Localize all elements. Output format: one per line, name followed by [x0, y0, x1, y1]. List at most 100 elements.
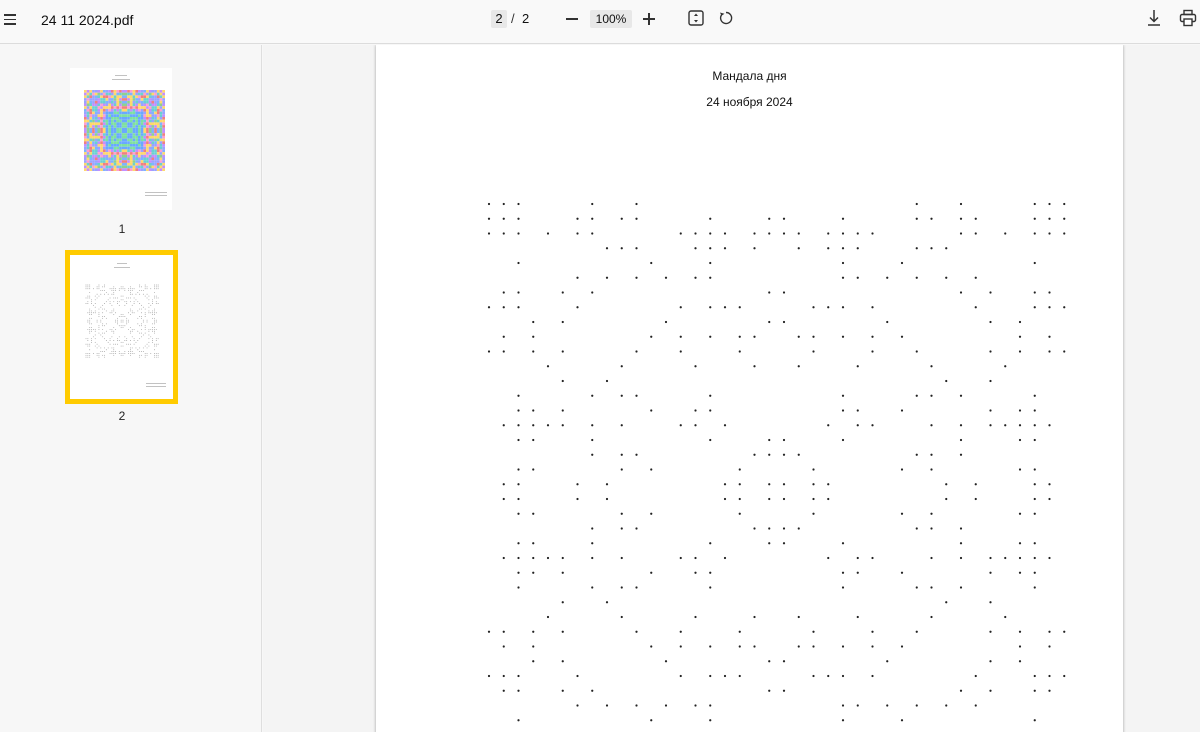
mosaic-cell	[116, 92, 120, 96]
mosaic-cell	[97, 154, 101, 158]
mosaic-cell	[94, 90, 98, 93]
mandala-dot	[709, 571, 712, 574]
mandala-dot	[709, 306, 712, 309]
mandala-dot	[576, 276, 579, 279]
mosaic-cell	[113, 108, 117, 112]
mandala-dot	[709, 247, 712, 250]
mosaic-cell	[151, 168, 155, 171]
mosaic-cell	[89, 135, 93, 139]
rotate-icon[interactable]	[718, 10, 734, 26]
mandala-dot	[974, 704, 977, 707]
mosaic-cell	[111, 154, 114, 158]
mandala-dot	[487, 232, 491, 235]
mosaic-cell	[143, 125, 147, 128]
mosaic-cell	[105, 106, 109, 109]
mandala-dot	[561, 320, 564, 324]
mosaic-cell	[119, 154, 122, 158]
fit-page-icon[interactable]	[688, 10, 704, 26]
mosaic-cell	[97, 144, 101, 147]
mandala-dot	[709, 704, 712, 707]
mosaic-cell	[135, 98, 138, 101]
mandala-dot	[827, 483, 830, 486]
mosaic-cell	[135, 152, 138, 155]
mosaic-cell	[151, 135, 155, 139]
document-viewer[interactable]: Мандала дня 24 ноября 2024	[263, 45, 1200, 732]
mandala-dot	[841, 217, 845, 220]
mosaic-cell	[100, 149, 103, 153]
mosaic-cell	[143, 133, 147, 136]
mosaic-cell	[97, 146, 101, 150]
mosaic-cell	[94, 165, 98, 169]
zoom-level[interactable]: 100%	[590, 10, 632, 28]
mosaic-cell	[119, 152, 122, 155]
mandala-dot	[974, 217, 977, 220]
mandala-dot	[959, 527, 963, 530]
mosaic-cell	[94, 162, 98, 166]
thumbnail-label: 1	[118, 222, 126, 236]
mandala-dot	[812, 468, 815, 471]
mosaic-cell	[129, 122, 133, 126]
mosaic-cell	[124, 133, 128, 136]
mandala-color-thumbnail	[84, 75, 167, 196]
mandala-dot	[856, 571, 859, 574]
mandala-dot	[561, 630, 564, 633]
mosaic-cell	[116, 141, 120, 144]
mandala-dot	[605, 247, 609, 250]
print-icon[interactable]	[1179, 9, 1197, 27]
mosaic-cell	[151, 149, 155, 153]
mandala-dot	[546, 556, 550, 560]
mosaic-cell	[154, 146, 157, 150]
mosaic-cell	[154, 149, 157, 153]
mosaic-cell	[148, 154, 152, 158]
zoom-in-button[interactable]	[641, 11, 657, 27]
mosaic-cell	[119, 103, 122, 107]
mosaic-cell	[156, 108, 160, 112]
mandala-dot	[738, 468, 741, 471]
mosaic-cell	[159, 141, 163, 144]
thumbnail-page-1[interactable]	[70, 68, 172, 210]
mandala-dot	[768, 497, 771, 501]
mandala-dot	[664, 704, 668, 707]
mandala-dot	[1018, 556, 1022, 560]
mosaic-cell	[121, 119, 125, 123]
mosaic-cell	[159, 106, 163, 109]
mosaic-cell	[138, 144, 141, 147]
mosaic-cell	[143, 141, 147, 144]
mosaic-cell	[97, 135, 101, 139]
mandala-dot	[782, 291, 786, 294]
mosaic-cell	[140, 106, 144, 109]
mosaic-cell	[138, 138, 141, 142]
mosaic-cell	[127, 133, 130, 136]
mandala-dot	[635, 586, 638, 589]
mosaic-cell	[156, 100, 160, 104]
mandala-dot	[959, 689, 963, 692]
mosaic-cell	[124, 138, 128, 142]
mandala-dot	[797, 453, 800, 456]
mosaic-cell	[151, 98, 155, 101]
mosaic-cell	[108, 108, 111, 112]
mandala-dot	[709, 719, 712, 722]
mandala-dot	[591, 689, 594, 692]
zoom-out-button[interactable]	[564, 11, 580, 27]
download-icon[interactable]	[1146, 9, 1162, 27]
mosaic-cell	[119, 92, 122, 96]
mosaic-cell	[140, 98, 144, 101]
current-page-input[interactable]: 2	[491, 10, 507, 28]
mosaic-cell	[159, 108, 163, 112]
mosaic-cell	[143, 165, 147, 169]
mandala-dot	[561, 689, 564, 692]
mosaic-cell	[127, 157, 130, 161]
file-name: 24 11 2024.pdf	[41, 12, 134, 28]
mosaic-cell	[92, 146, 95, 150]
mosaic-cell	[92, 90, 95, 93]
mosaic-cell	[86, 98, 90, 101]
mandala-dot	[945, 601, 948, 604]
mosaic-cell	[135, 160, 138, 163]
mosaic-cell	[143, 152, 147, 155]
mosaic-cell	[156, 141, 160, 144]
mosaic-cell	[119, 157, 122, 161]
mosaic-cell	[159, 111, 163, 115]
mosaic-cell	[111, 152, 114, 155]
mosaic-cell	[100, 92, 103, 96]
hamburger-menu-icon[interactable]	[4, 11, 20, 27]
